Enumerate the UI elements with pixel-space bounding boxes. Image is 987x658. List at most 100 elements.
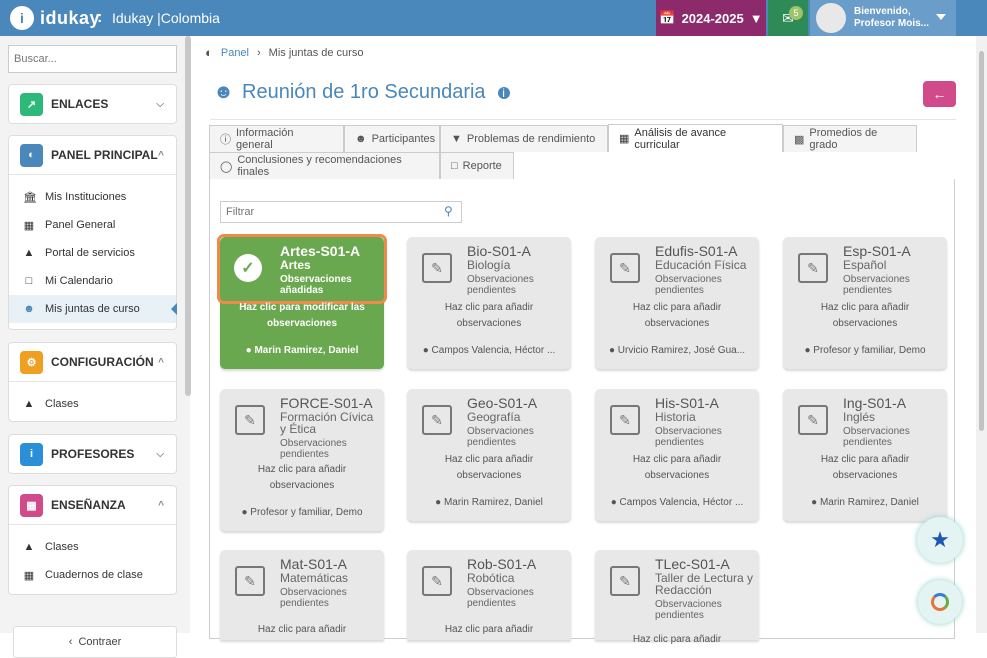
course-code: Ing-S01-A xyxy=(843,395,907,411)
course-subject: Formación Cívica y Ética xyxy=(280,410,374,436)
course-card[interactable]: ✎ TLec-S01-A Taller de Lectura y Redacci… xyxy=(595,550,759,645)
section-header-panel-principal[interactable]: ◐ PANEL PRINCIPAL ^ xyxy=(9,136,176,174)
sidebar-item-mi-calendario[interactable]: □ Mi Calendario xyxy=(9,267,176,295)
arrow-left-icon: ← xyxy=(932,86,947,102)
chevron-down-icon: ⌵ xyxy=(156,99,164,110)
sidebar-item-clases-config[interactable]: ▲ Clases xyxy=(9,390,176,418)
search-icon[interactable]: ⚲ xyxy=(444,204,453,218)
sidebar-search-input[interactable] xyxy=(8,45,177,73)
back-button[interactable]: ← xyxy=(923,81,956,107)
course-card[interactable]: ✎ Bio-S01-A Biología Observaciones pendi… xyxy=(407,237,571,369)
edit-icon: ✎ xyxy=(610,566,640,596)
course-card[interactable]: ✎ Mat-S01-A Matemáticas Observaciones pe… xyxy=(220,550,384,640)
user-greeting: Bienvenido, Profesor Mois... xyxy=(854,6,929,30)
flask-icon: ▲ xyxy=(23,398,35,410)
tab-promedios-grado[interactable]: ▩ Promedios de grado xyxy=(783,125,917,152)
course-subject: Matemáticas xyxy=(280,571,349,585)
nav-label: Portal de servicios xyxy=(45,247,135,259)
filter-input[interactable] xyxy=(220,201,462,223)
idukay-logo-icon[interactable]: i xyxy=(10,6,34,30)
teacher-label: Marin Ramirez, Daniel xyxy=(819,497,919,508)
sidebar-scrollbar[interactable] xyxy=(185,36,191,396)
breadcrumb-panel[interactable]: Panel xyxy=(221,47,249,59)
dashboard-icon: ◐ xyxy=(20,143,43,167)
section-label: ENSEÑANZA xyxy=(51,498,126,512)
course-card[interactable]: ✎ Geo-S01-A Geografía Observaciones pend… xyxy=(407,389,571,521)
lightbulb-icon: ◯ xyxy=(220,160,233,173)
tab-label: Reporte xyxy=(462,160,502,172)
sidebar-item-mis-juntas[interactable]: ☻ Mis juntas de curso xyxy=(9,295,177,323)
section-header-ensenanza[interactable]: ▦ ENSEÑANZA ^ xyxy=(9,486,176,524)
brand-name[interactable]: idukay xyxy=(40,8,100,29)
tab-conclusiones[interactable]: ◯ Conclusiones y recomendaciones finales xyxy=(209,152,440,179)
card-hint: Haz clic para añadir xyxy=(632,634,722,645)
file-icon: □ xyxy=(451,160,458,172)
user-menu[interactable]: Bienvenido, Profesor Mois... xyxy=(810,0,956,36)
course-card[interactable]: ✎ Esp-S01-A Español Observaciones pendie… xyxy=(783,237,947,369)
course-subject: Geografía xyxy=(467,410,521,424)
course-card[interactable]: ✎ Edufis-S01-A Educación Física Observac… xyxy=(595,237,759,369)
link-icon: ↗ xyxy=(20,92,43,116)
chevron-down-icon: ⌵ xyxy=(156,449,164,460)
tab-analisis-avance[interactable]: ▦ Análisis de avance curricular xyxy=(608,124,783,152)
course-card[interactable]: ✓ Artes-S01-A Artes Observaciones añadid… xyxy=(217,234,387,369)
course-code: Bio-S01-A xyxy=(467,243,531,259)
sidebar-item-portal-servicios[interactable]: ▲ Portal de servicios xyxy=(9,239,176,267)
user-icon: ● xyxy=(422,345,432,356)
section-header-configuracion[interactable]: ⚙ CONFIGURACIÓN ^ xyxy=(9,343,176,381)
course-card[interactable]: ✎ Rob-S01-A Robótica Observaciones pendi… xyxy=(407,550,571,640)
users-icon: ☻ xyxy=(23,303,35,315)
notebook-icon: ▦ xyxy=(23,569,35,582)
messages-button[interactable]: ✉ 5 xyxy=(768,0,808,36)
sidebar-section-profesores: i PROFESORES ⌵ xyxy=(8,434,177,474)
sidebar-item-clases[interactable]: ▲ Clases xyxy=(9,533,176,561)
page-scrollbar[interactable] xyxy=(976,36,987,633)
course-code: Edufis-S01-A xyxy=(655,243,738,259)
sidebar-item-panel-general[interactable]: ▦ Panel General xyxy=(9,211,176,239)
course-code: Geo-S01-A xyxy=(467,395,538,411)
school-year-selector[interactable]: 📅 2024-2025 ▼ xyxy=(656,0,766,36)
observation-status: Observaciones pendientes xyxy=(280,438,347,460)
users-icon: ☻ xyxy=(213,81,235,103)
teacher-label: Urvicio Ramirez, José Gua... xyxy=(617,345,746,356)
collapse-sidebar-button[interactable]: ‹ Contraer xyxy=(13,626,177,658)
sidebar-item-cuadernos[interactable]: ▦ Cuadernos de clase xyxy=(9,561,176,589)
tab-problemas-rendimiento[interactable]: ▼ Problemas de rendimiento xyxy=(440,125,608,152)
page-title-text: Reunión de 1ro Secundaria xyxy=(242,81,486,103)
messages-count-badge: 5 xyxy=(789,6,803,20)
user-name: Profesor Mois... xyxy=(854,18,930,29)
breadcrumb-separator: › xyxy=(257,46,261,59)
course-card[interactable]: ✎ FORCE-S01-A Formación Cívica y Ética O… xyxy=(220,389,384,531)
course-card[interactable]: ✎ Ing-S01-A Inglés Observaciones pendien… xyxy=(783,389,947,521)
observation-status: Observaciones pendientes xyxy=(843,426,910,448)
school-year-label: 2024-2025 xyxy=(681,10,744,26)
teacher-name: ● Marin Ramirez, Daniel xyxy=(787,497,943,508)
sidebar-item-mis-instituciones[interactable]: 🏛 Mis Instituciones xyxy=(9,183,176,211)
tab-reporte[interactable]: □ Reporte xyxy=(440,152,514,179)
favorites-button[interactable]: ★ xyxy=(917,517,963,563)
assistant-button[interactable] xyxy=(918,580,962,624)
nav-label: Mi Calendario xyxy=(45,275,113,287)
edit-icon: ✎ xyxy=(422,566,452,596)
observation-status: Observaciones pendientes xyxy=(655,426,722,448)
info-icon[interactable]: i xyxy=(497,86,510,100)
sidebar-section-ensenanza: ▦ ENSEÑANZA ^ ▲ Clases ▦ Cuadernos de clas… xyxy=(8,485,177,595)
section-header-profesores[interactable]: i PROFESORES ⌵ xyxy=(9,435,176,473)
course-subject: Español xyxy=(843,258,887,272)
teacher-label: Campos Valencia, Héctor ... xyxy=(619,497,744,508)
section-label: PROFESORES xyxy=(51,447,135,461)
course-subject: Educación Física xyxy=(655,258,747,272)
tab-label: Promedios de grado xyxy=(809,127,878,151)
tab-informacion-general[interactable]: ⓘ Información general xyxy=(209,125,344,152)
tab-participantes[interactable]: ☻ Participantes xyxy=(344,125,440,152)
top-bar: i idukay : Idukay |Colombia 📅 2024-2025 … xyxy=(0,0,987,36)
user-icon: ● xyxy=(610,497,620,508)
nav-label: Clases xyxy=(45,398,79,410)
section-label: PANEL PRINCIPAL xyxy=(51,148,158,162)
course-code: Esp-S01-A xyxy=(843,243,911,259)
course-card[interactable]: ✎ His-S01-A Historia Observaciones pendi… xyxy=(595,389,759,521)
section-header-enlaces[interactable]: ↗ ENLACES ⌵ xyxy=(9,85,176,123)
book-icon: ▦ xyxy=(619,133,630,145)
scrollbar-thumb[interactable] xyxy=(979,51,984,431)
dashboard-icon: ◐ xyxy=(205,45,213,60)
